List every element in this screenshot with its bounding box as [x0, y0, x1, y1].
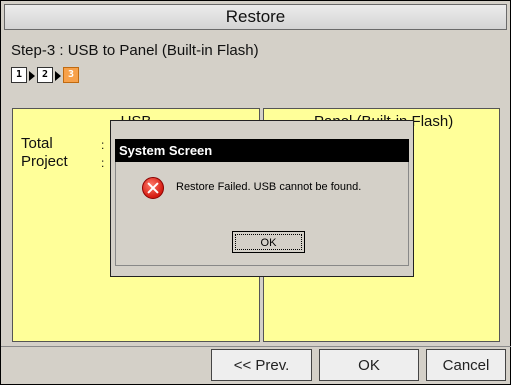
step-3-box: 3 [63, 67, 79, 83]
project-colon: : [101, 156, 105, 170]
dialog-ok-label: OK [235, 234, 302, 250]
dialog-message: Restore Failed. USB cannot be found. [176, 181, 362, 193]
restore-window: Restore Step-3 : USB to Panel (Built-in … [0, 0, 511, 385]
step-label: Step-3 : USB to Panel (Built-in Flash) [11, 42, 259, 59]
step-arrow-icon [55, 71, 61, 81]
project-label: Project [21, 153, 68, 170]
error-icon [142, 177, 164, 199]
ok-button[interactable]: OK [319, 349, 419, 381]
dialog-body: Restore Failed. USB cannot be found. OK [115, 162, 409, 266]
footer-divider [1, 346, 511, 347]
total-colon: : [101, 138, 105, 152]
prev-button[interactable]: << Prev. [211, 349, 312, 381]
step-arrow-icon [29, 71, 35, 81]
dialog-title: System Screen [115, 139, 409, 162]
system-screen-dialog: System Screen Restore Failed. USB cannot… [110, 120, 414, 277]
cancel-button[interactable]: Cancel [426, 349, 506, 381]
total-label: Total [21, 135, 53, 152]
window-title: Restore [4, 4, 507, 30]
dialog-ok-button[interactable]: OK [232, 231, 305, 253]
step-1-box: 1 [11, 67, 27, 83]
step-2-box: 2 [37, 67, 53, 83]
